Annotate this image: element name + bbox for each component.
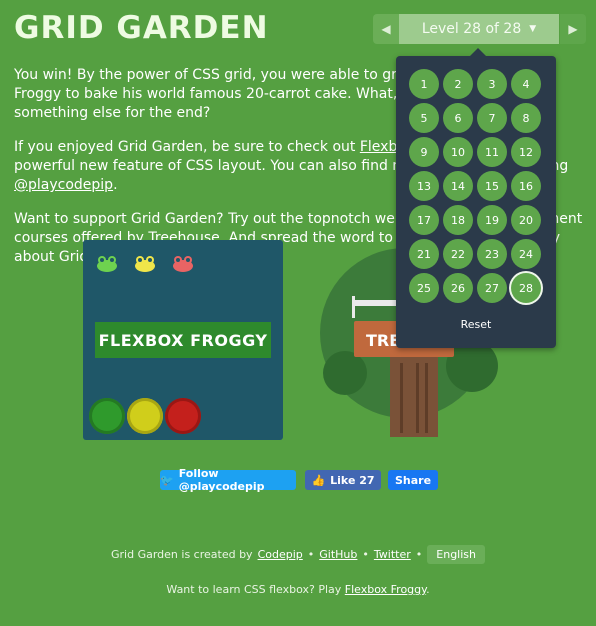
facebook-share-button[interactable]: Share <box>388 470 438 490</box>
level-23-button[interactable]: 23 <box>477 239 507 269</box>
green-frog-icon <box>97 256 117 272</box>
chevron-left-icon: ◀ <box>381 22 391 36</box>
level-14-button[interactable]: 14 <box>443 171 473 201</box>
footer-flexbox-promo: Want to learn CSS flexbox? Play Flexbox … <box>166 583 430 596</box>
level-6-button[interactable]: 6 <box>443 103 473 133</box>
level-9-button[interactable]: 9 <box>409 137 439 167</box>
twitter-link[interactable]: Twitter <box>374 548 411 561</box>
level-24-button[interactable]: 24 <box>511 239 541 269</box>
level-16-button[interactable]: 16 <box>511 171 541 201</box>
flexbox-froggy-banner: FLEXBOX FROGGY <box>95 322 271 358</box>
page-title: GRID GARDEN <box>14 10 269 46</box>
github-link[interactable]: GitHub <box>319 548 357 561</box>
codepip-link[interactable]: Codepip <box>258 548 303 561</box>
level-21-button[interactable]: 21 <box>409 239 439 269</box>
red-frog-icon <box>173 256 193 272</box>
level-25-button[interactable]: 25 <box>409 273 439 303</box>
level-1-button[interactable]: 1 <box>409 69 439 99</box>
level-7-button[interactable]: 7 <box>477 103 507 133</box>
level-11-button[interactable]: 11 <box>477 137 507 167</box>
language-selector[interactable]: English <box>427 545 485 564</box>
level-dropdown: 1 2 3 4 5 6 7 8 9 10 11 12 13 14 15 16 17 18 19 20 21 22 23 24 2… <box>396 48 556 348</box>
prev-level-button[interactable]: ◀ <box>373 14 399 44</box>
level-22-button[interactable]: 22 <box>443 239 473 269</box>
footer-credits: Grid Garden is created by Codepip • GitH… <box>0 545 596 564</box>
playcodepip-link[interactable]: @playcodepip <box>14 177 113 193</box>
level-label: Level 28 of 28 <box>421 21 522 37</box>
level-17-button[interactable]: 17 <box>409 205 439 235</box>
level-15-button[interactable]: 15 <box>477 171 507 201</box>
treehouse-trunk <box>390 353 438 437</box>
level-indicator[interactable]: Level 28 of 28 ▼ <box>399 14 559 44</box>
level-4-button[interactable]: 4 <box>511 69 541 99</box>
level-18-button[interactable]: 18 <box>443 205 473 235</box>
facebook-like-button[interactable]: 👍 Like 27 <box>305 470 381 490</box>
yellow-frog-icon <box>135 256 155 272</box>
red-lilypad-icon <box>165 398 201 434</box>
twitter-bird-icon: 🐦 <box>160 473 174 487</box>
level-3-button[interactable]: 3 <box>477 69 507 99</box>
next-level-button[interactable]: ▶ <box>560 14 586 44</box>
level-26-button[interactable]: 26 <box>443 273 473 303</box>
footer-flexbox-froggy-link[interactable]: Flexbox Froggy <box>345 583 426 596</box>
yellow-lilypad-icon <box>127 398 163 434</box>
green-lilypad-icon <box>89 398 125 434</box>
level-28-button[interactable]: 28 <box>511 273 541 303</box>
chevron-right-icon: ▶ <box>568 22 578 36</box>
thumbs-up-icon: 👍 <box>311 473 326 487</box>
reset-button[interactable]: Reset <box>396 318 556 331</box>
level-5-button[interactable]: 5 <box>409 103 439 133</box>
level-12-button[interactable]: 12 <box>511 137 541 167</box>
level-19-button[interactable]: 19 <box>477 205 507 235</box>
level-13-button[interactable]: 13 <box>409 171 439 201</box>
caret-down-icon: ▼ <box>529 24 537 34</box>
level-10-button[interactable]: 10 <box>443 137 473 167</box>
level-20-button[interactable]: 20 <box>511 205 541 235</box>
level-2-button[interactable]: 2 <box>443 69 473 99</box>
level-8-button[interactable]: 8 <box>511 103 541 133</box>
twitter-follow-button[interactable]: 🐦 Follow @playcodepip <box>160 467 296 493</box>
level-27-button[interactable]: 27 <box>477 273 507 303</box>
flexbox-froggy-promo[interactable]: FLEXBOX FROGGY <box>83 240 283 440</box>
